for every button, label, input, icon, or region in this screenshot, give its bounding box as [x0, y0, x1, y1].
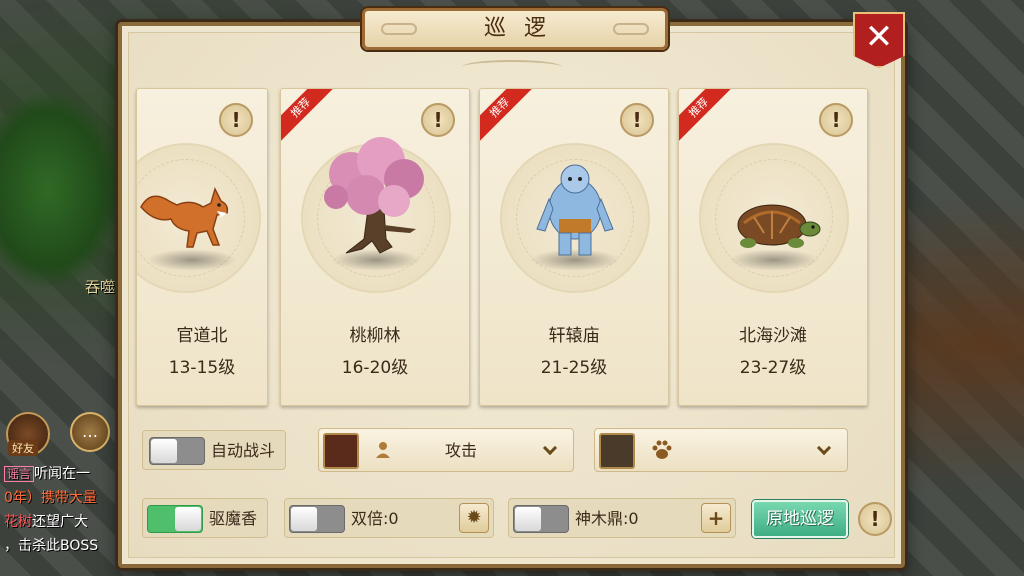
fox-icon — [140, 186, 229, 248]
tree-monster-icon — [324, 137, 424, 254]
gear-icon[interactable]: ✹ — [459, 503, 489, 533]
chat-name: 花树 — [4, 514, 32, 530]
zone-name: 轩辕庙 — [548, 326, 600, 346]
side-scene-text: 吞噬 — [85, 278, 116, 296]
pet-dropdown[interactable] — [594, 428, 848, 472]
chevron-down-icon — [542, 440, 558, 456]
recommended-badge: 推荐 — [480, 89, 534, 143]
chat-text: 听闻在一 — [34, 466, 91, 482]
shenmu-box: 神木鼎:0 + — [508, 498, 736, 538]
sword-skill-icon — [323, 433, 359, 469]
zone-level: 23-27级 — [739, 358, 807, 378]
patrol-in-place-button[interactable]: 原地巡逻 — [752, 500, 848, 538]
friend-label[interactable]: 好友 — [8, 440, 38, 456]
zone-name: 桃柳林 — [349, 326, 401, 346]
repel-toggle[interactable] — [147, 505, 203, 533]
zone-level: 16-20级 — [341, 358, 409, 378]
zone-name: 官道北 — [176, 326, 228, 346]
recommended-label: 推荐 — [679, 89, 733, 143]
shenmu-toggle[interactable] — [513, 505, 569, 533]
auto-battle-box: 自动战斗 — [142, 430, 286, 470]
zone-level: 13-15级 — [168, 358, 236, 378]
cloud-ornament-icon — [381, 23, 417, 35]
title-ornament — [462, 60, 562, 74]
control-row-1: 自动战斗 攻击 — [142, 428, 892, 476]
title-plate: 巡逻 — [362, 8, 668, 50]
card-info-button[interactable]: ! — [819, 103, 853, 137]
chat-text: ，击杀此BOSS — [4, 538, 99, 554]
cloud-ornament-icon — [613, 23, 649, 35]
zone-card-beihaishatan[interactable]: 推荐 ! 北海沙滩 23-27级 — [678, 88, 868, 406]
chat-tag: 谣言 — [4, 466, 35, 482]
patrol-dialog: 巡逻 ✕ ! 官道北 13-15级 推荐 ! 桃柳林 16-20级 推荐 ! 轩… — [118, 8, 905, 568]
control-row-2: 驱魔香 双倍:0 ✹ 神木鼎:0 + 原地巡逻 ! — [142, 498, 892, 544]
double-label: 双倍:0 — [351, 509, 399, 528]
chat-bubble-icon[interactable]: … — [70, 412, 110, 452]
zone-name: 北海沙滩 — [739, 326, 807, 346]
recommended-badge: 推荐 — [679, 89, 733, 143]
auto-battle-label: 自动战斗 — [211, 441, 276, 460]
chat-line: 谣言 听闻在一 — [4, 462, 124, 486]
paw-icon — [651, 439, 673, 461]
attack-label: 攻击 — [445, 441, 478, 460]
card-info-button[interactable]: ! — [620, 103, 654, 137]
chat-text: 0年）携带大量 — [4, 490, 97, 506]
person-icon — [375, 441, 391, 459]
card-info-button[interactable]: ! — [219, 103, 253, 137]
recommended-label: 推荐 — [281, 89, 335, 143]
dialog-title: 巡逻 — [483, 16, 564, 41]
patrol-info-button[interactable]: ! — [858, 502, 892, 536]
tree-scenery — [0, 90, 120, 290]
double-box: 双倍:0 ✹ — [284, 498, 494, 538]
chat-line: 0年）携带大量 — [4, 486, 124, 510]
chat-log[interactable]: 谣言 听闻在一 0年）携带大量 花树还望广大 ，击杀此BOSS — [4, 462, 124, 558]
repel-box: 驱魔香 — [142, 498, 268, 538]
shenmu-label: 神木鼎:0 — [575, 509, 639, 528]
plus-icon[interactable]: + — [701, 503, 731, 533]
card-info-button[interactable]: ! — [421, 103, 455, 137]
yeti-icon — [536, 164, 614, 256]
recommended-badge: 推荐 — [281, 89, 335, 143]
recommended-label: 推荐 — [480, 89, 534, 143]
pet-slot — [599, 433, 635, 469]
chevron-down-icon — [816, 440, 832, 456]
zone-card-taoliulin[interactable]: 推荐 ! 桃柳林 16-20级 — [280, 88, 470, 406]
chat-line: ，击杀此BOSS — [4, 534, 124, 558]
patrol-zone-list: ! 官道北 13-15级 推荐 ! 桃柳林 16-20级 推荐 ! 轩辕庙 21… — [136, 88, 886, 408]
left-side-hud: 吞噬 好友 … 谣言 听闻在一 0年）携带大量 花树还望广大 ，击杀此BOSS — [0, 0, 130, 576]
repel-label: 驱魔香 — [209, 509, 258, 528]
zone-card-xuanyuanmiao[interactable]: 推荐 ! 轩辕庙 21-25级 — [479, 88, 669, 406]
double-toggle[interactable] — [289, 505, 345, 533]
zone-card-guandaobei[interactable]: ! 官道北 13-15级 — [136, 88, 268, 406]
zone-level: 21-25级 — [540, 358, 608, 378]
skill-dropdown[interactable]: 攻击 — [318, 428, 574, 472]
chat-line: 花树还望广大 — [4, 510, 124, 534]
auto-battle-toggle[interactable] — [149, 437, 205, 465]
turtle-icon — [737, 204, 821, 248]
chat-text: 还望广大 — [32, 514, 88, 530]
